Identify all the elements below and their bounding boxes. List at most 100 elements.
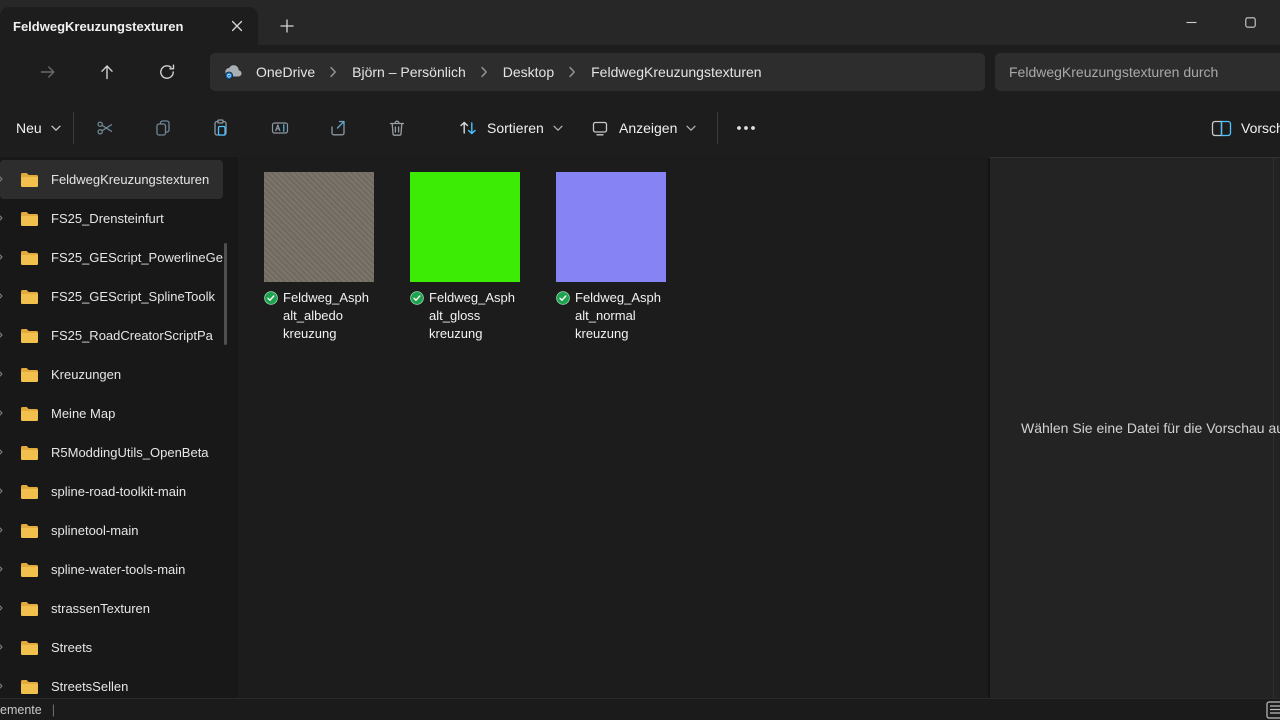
sidebar-item-label: Meine Map [51,406,223,421]
scissors-icon [95,118,115,138]
status-divider: | [52,702,55,717]
sidebar-item-label: spline-water-tools-main [51,562,223,577]
expand-chevron-icon[interactable] [0,524,4,536]
refresh-button[interactable] [149,54,185,90]
sidebar-item-label: Kreuzungen [51,367,223,382]
file-thumbnail[interactable] [556,172,666,282]
sidebar-item-fs25-drensteinfurt[interactable]: FS25_Drensteinfurt [0,199,223,238]
sidebar-item-label: FS25_Drensteinfurt [51,211,223,226]
breadcrumb-chevron-icon [323,66,344,78]
navigation-bar: OneDrive Björn – Persönlich Desktop Feldweg… [0,45,1280,99]
delete-button[interactable] [379,110,415,146]
up-button[interactable] [89,54,125,90]
file-tile-feldweg-asphalt-normalkreuzung[interactable]: Feldweg_Asphalt_normalkreuzung [556,172,666,343]
tab-feldwegkreuzungstexturen[interactable]: FeldwegKreuzungstexturen [0,7,258,45]
folder-icon [20,367,39,382]
file-thumbnail[interactable] [410,172,520,282]
file-name-line: Feldweg_Asph [283,289,374,307]
folder-icon [20,640,39,655]
minimize-button[interactable] [1162,0,1221,45]
folder-icon [20,328,39,343]
view-icon [590,118,610,138]
breadcrumb-item-onedrive[interactable]: OneDrive [248,60,323,84]
expand-chevron-icon[interactable] [0,407,4,419]
file-tile-feldweg-asphalt-albedokreuzung[interactable]: Feldweg_Asphalt_albedokreuzung [264,172,374,343]
sidebar-item-strassentexturen[interactable]: strassenTexturen [0,589,223,628]
expand-chevron-icon[interactable] [0,485,4,497]
sidebar-item-spline-water-tools-main[interactable]: spline-water-tools-main [0,550,223,589]
titlebar: FeldwegKreuzungstexturen [0,0,1280,45]
folder-icon [20,523,39,538]
preview-toggle-button[interactable]: Vorschau [1203,110,1280,146]
tab-close-icon[interactable] [222,13,252,39]
file-name-line: kreuzung [429,325,520,343]
sidebar-item-fs25-roadcreatorscriptpa[interactable]: FS25_RoadCreatorScriptPa [0,316,223,355]
folder-icon [20,211,39,226]
sidebar-scrollbar[interactable] [224,243,227,345]
forward-button[interactable] [30,54,66,90]
preview-pane: Wählen Sie eine Datei für die Vorschau a… [988,157,1280,698]
search-box[interactable]: FeldwegKreuzungstexturen durch [995,53,1280,91]
paste-button[interactable] [203,110,239,146]
onedrive-synced-icon [556,291,570,305]
toolbar-separator [73,112,74,144]
rename-button[interactable] [262,110,298,146]
sort-button[interactable]: Sortieren [448,110,573,146]
sidebar-item-label: strassenTexturen [51,601,223,616]
sidebar: FeldwegKreuzungstexturen FS25_Drensteinf… [0,157,238,698]
chevron-down-icon [51,125,61,132]
expand-chevron-icon[interactable] [0,251,4,263]
file-name-line: alt_normal [575,307,666,325]
expand-chevron-icon[interactable] [0,173,4,185]
expand-chevron-icon[interactable] [0,641,4,653]
new-button[interactable]: Neu [6,110,71,146]
details-view-icon[interactable] [1266,701,1280,719]
item-count-text: emente [0,703,42,717]
sidebar-item-fs25-gescript-powerlinege[interactable]: FS25_GEScript_PowerlineGe [0,238,223,277]
folder-icon [20,562,39,577]
sidebar-item-r5moddingutils-openbeta[interactable]: R5ModdingUtils_OpenBeta [0,433,223,472]
file-tile-feldweg-asphalt-glosskreuzung[interactable]: Feldweg_Asphalt_glosskreuzung [410,172,520,343]
sidebar-item-splinetool-main[interactable]: splinetool-main [0,511,223,550]
expand-chevron-icon[interactable] [0,446,4,458]
sidebar-item-meine-map[interactable]: Meine Map [0,394,223,433]
view-button[interactable]: Anzeigen [580,110,706,146]
chevron-down-icon [686,125,696,132]
breadcrumb-item-desktop[interactable]: Desktop [495,60,562,84]
file-name: Feldweg_Asphalt_normalkreuzung [556,289,666,343]
sidebar-item-kreuzungen[interactable]: Kreuzungen [0,355,223,394]
file-name-line: kreuzung [575,325,666,343]
expand-chevron-icon[interactable] [0,212,4,224]
view-button-label: Anzeigen [619,120,677,136]
copy-button[interactable] [145,110,181,146]
sidebar-item-streets[interactable]: Streets [0,628,223,667]
more-options-button[interactable] [728,110,764,146]
sidebar-item-feldwegkreuzungstexturen[interactable]: FeldwegKreuzungstexturen [0,160,223,199]
new-tab-button[interactable] [272,13,302,39]
sidebar-item-label: Streets [51,640,223,655]
expand-chevron-icon[interactable] [0,563,4,575]
search-input-text: FeldwegKreuzungstexturen durch [1009,64,1218,80]
file-thumbnail[interactable] [264,172,374,282]
expand-chevron-icon[interactable] [0,329,4,341]
command-toolbar: Neu [0,99,1280,157]
sidebar-item-fs25-gescript-splinetoolk[interactable]: FS25_GEScript_SplineToolk [0,277,223,316]
expand-chevron-icon[interactable] [0,290,4,302]
expand-chevron-icon[interactable] [0,368,4,380]
folder-icon [20,172,39,187]
file-name-line: alt_albedo [283,307,374,325]
breadcrumb-item-feldwegkreuzungstexturen[interactable]: FeldwegKreuzungstexturen [583,60,769,84]
share-button[interactable] [320,110,356,146]
sidebar-item-spline-road-toolkit-main[interactable]: spline-road-toolkit-main [0,472,223,511]
expand-chevron-icon[interactable] [0,680,4,692]
expand-chevron-icon[interactable] [0,602,4,614]
maximize-button[interactable] [1221,0,1280,45]
cut-button[interactable] [87,110,123,146]
sidebar-item-streetssellen[interactable]: StreetsSellen [0,667,223,698]
preview-pane-icon [1211,120,1232,137]
file-name-line: Feldweg_Asph [575,289,666,307]
breadcrumb-item-bj-rn-pers-nlich[interactable]: Björn – Persönlich [344,60,474,84]
onedrive-icon [222,63,244,81]
file-name-line: kreuzung [283,325,374,343]
window-controls [1162,0,1280,45]
